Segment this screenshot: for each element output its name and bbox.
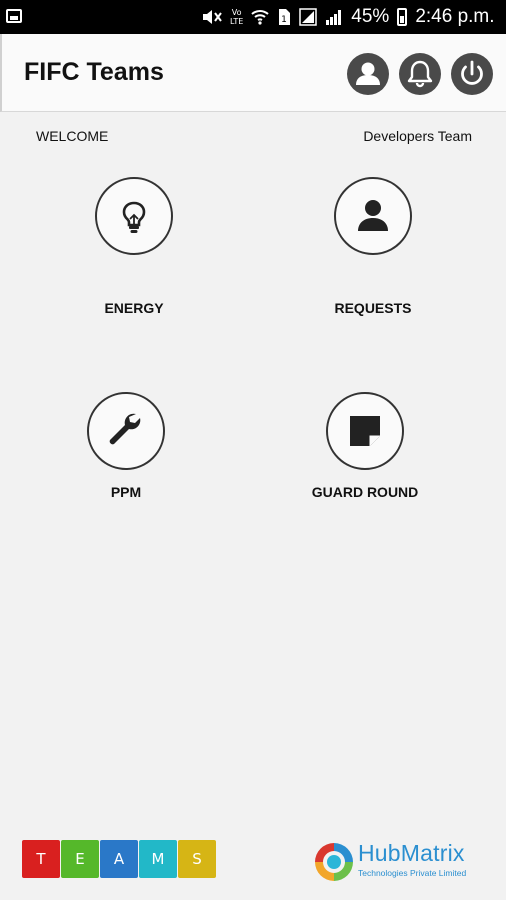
battery-percent: 45% — [351, 6, 390, 27]
clock: 2:46 p.m. — [415, 6, 495, 27]
logout-button[interactable] — [451, 53, 493, 95]
profile-icon — [356, 62, 380, 85]
app-title: FIFC Teams — [24, 58, 164, 86]
wifi-icon — [251, 8, 269, 26]
teams-letter: M — [139, 840, 177, 878]
wrench-icon — [109, 413, 141, 445]
status-icons: Vo LTE 1 45% 2:46 p.m. — [200, 6, 495, 28]
sim-icon: 1 — [277, 8, 291, 26]
teams-letter: S — [178, 840, 216, 878]
status-bar: Vo LTE 1 45% 2:46 p.m. — [0, 0, 506, 34]
teams-letter: A — [100, 840, 138, 878]
lightbulb-icon — [122, 201, 146, 233]
teams-logo: T E A M S — [22, 840, 217, 878]
volte-label-bottom: LTE — [230, 17, 244, 26]
ppm-tile-circle[interactable] — [87, 392, 165, 470]
signal-box-icon — [299, 8, 318, 26]
profile-button[interactable] — [347, 53, 389, 95]
hubmatrix-subtitle: Technologies Private Limited — [358, 868, 467, 878]
teams-letter: E — [61, 840, 99, 878]
signal-icon — [325, 8, 343, 26]
guard-round-label: GUARD ROUND — [311, 484, 419, 500]
hubmatrix-name: HubMatrix — [358, 840, 465, 866]
hubmatrix-logo: HubMatrix Technologies Private Limited — [312, 840, 492, 884]
requests-tile-circle[interactable] — [334, 177, 412, 255]
volte-icon: Vo LTE — [230, 8, 243, 26]
battery-icon — [397, 8, 408, 26]
note-icon — [350, 416, 380, 446]
guard-round-tile-circle[interactable] — [326, 392, 404, 470]
hubmatrix-mark-icon — [315, 843, 353, 881]
energy-tile-circle[interactable] — [95, 177, 173, 255]
welcome-label: WELCOME — [36, 128, 109, 144]
gallery-icon — [6, 9, 22, 23]
requests-label: REQUESTS — [334, 300, 412, 316]
notifications-button[interactable] — [399, 53, 441, 95]
mute-icon — [200, 8, 222, 26]
svg-text:1: 1 — [281, 15, 287, 25]
volte-label-top: Vo — [231, 8, 242, 17]
app-bar: FIFC Teams — [0, 34, 506, 112]
ppm-label: PPM — [110, 484, 142, 500]
bell-icon — [407, 60, 433, 88]
teams-letter: T — [22, 840, 60, 878]
power-icon — [461, 60, 483, 85]
person-icon — [358, 200, 388, 231]
team-name: Developers Team — [363, 128, 472, 144]
energy-label: ENERGY — [104, 300, 164, 316]
